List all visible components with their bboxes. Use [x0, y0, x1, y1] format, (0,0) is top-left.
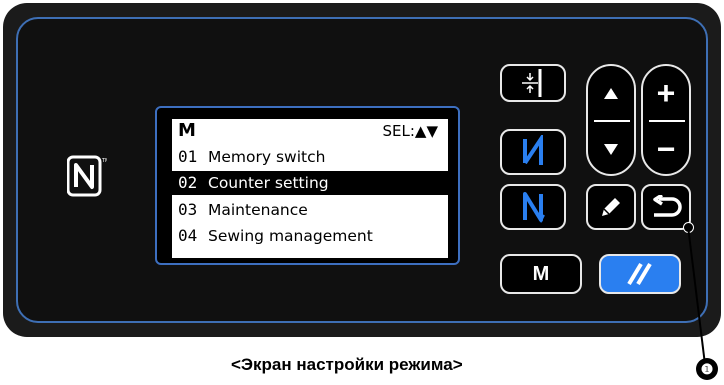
- menu-item-memory-switch[interactable]: 01 Memory switch: [172, 145, 448, 169]
- minus-icon: −: [656, 130, 676, 167]
- menu-item-number: 03: [178, 200, 198, 219]
- lcd-screen: M SEL:▲▼ 01 Memory switch 02 Counter set…: [172, 119, 448, 258]
- plus-minus-rocker: + −: [641, 64, 691, 176]
- return-icon: [653, 195, 682, 217]
- reverse-stitch-icon: [523, 135, 543, 165]
- figure-caption: <Экран настройки режима>: [231, 355, 463, 374]
- down-button[interactable]: [588, 122, 634, 176]
- menu-item-label: Maintenance: [208, 201, 308, 219]
- normal-stitch-icon: [523, 192, 545, 223]
- minus-button[interactable]: −: [643, 122, 689, 176]
- plus-icon: +: [656, 74, 676, 111]
- menu-item-sewing-management[interactable]: 04 Sewing management: [172, 224, 448, 248]
- up-button[interactable]: [588, 66, 634, 120]
- menu-item-maintenance[interactable]: 03 Maintenance: [172, 198, 448, 222]
- menu-item-label: Sewing management: [208, 227, 373, 245]
- lcd-display: M SEL:▲▼ 01 Memory switch 02 Counter set…: [155, 106, 460, 265]
- lcd-header: M SEL:▲▼: [178, 120, 442, 144]
- menu-item-label: Counter setting: [208, 174, 329, 192]
- nfc-icon: TM: [67, 155, 107, 197]
- reverse-stitch-button[interactable]: [500, 129, 566, 175]
- menu-item-counter-setting[interactable]: 02 Counter setting: [172, 171, 448, 195]
- menu-item-label: Memory switch: [208, 148, 326, 166]
- menu-item-number: 01: [178, 147, 198, 166]
- svg-text:TM: TM: [101, 158, 107, 164]
- edit-button[interactable]: [586, 184, 636, 230]
- plus-button[interactable]: +: [643, 66, 689, 120]
- menu-item-number: 04: [178, 226, 198, 245]
- control-panel: TM M SEL:▲▼ 01 Memory switch 02 Counter …: [3, 3, 721, 337]
- mode-button[interactable]: M: [500, 254, 582, 294]
- reset-icon: [627, 262, 652, 286]
- sel-label: SEL:: [382, 122, 415, 140]
- up-arrow-icon: [604, 87, 618, 99]
- needle-position-button[interactable]: [500, 64, 566, 102]
- needle-position-icon: [522, 69, 542, 97]
- normal-stitch-button[interactable]: [500, 184, 566, 230]
- sel-arrows-icon: ▲▼: [414, 122, 438, 140]
- callout-number: ❶: [696, 358, 718, 380]
- sel-indicator: SEL:▲▼: [383, 122, 439, 140]
- mode-button-label: M: [532, 262, 550, 285]
- mode-letter: M: [178, 120, 196, 141]
- menu-item-number: 02: [178, 173, 198, 192]
- down-arrow-icon: [604, 143, 618, 155]
- pencil-icon: [602, 198, 620, 216]
- reset-button[interactable]: [599, 254, 681, 294]
- up-down-rocker: [586, 64, 636, 176]
